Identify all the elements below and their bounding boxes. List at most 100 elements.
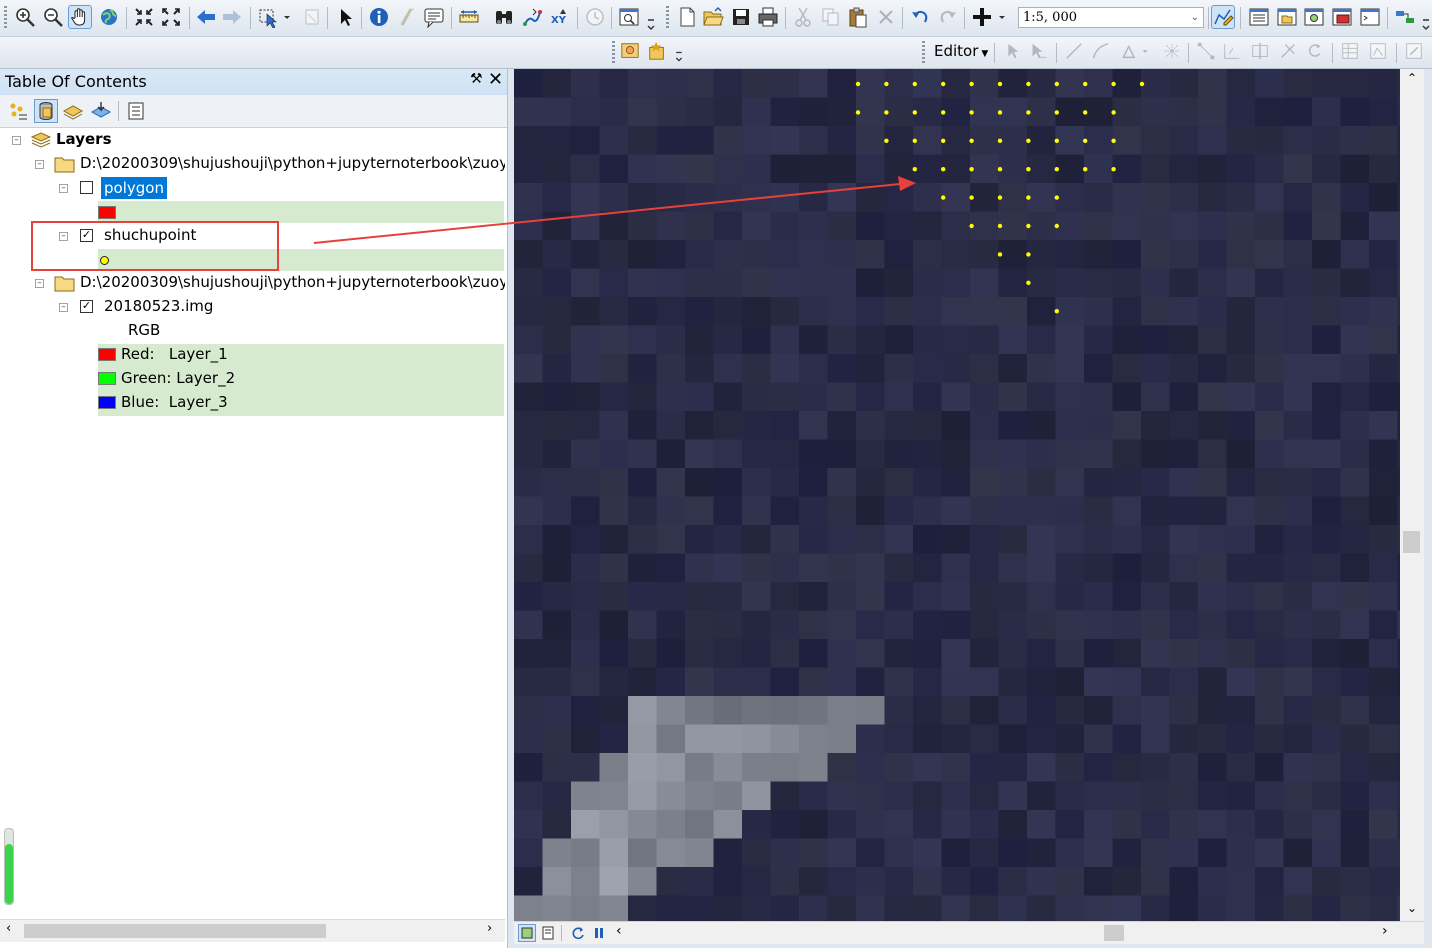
copy-icon[interactable] <box>820 6 842 28</box>
point-tool-icon[interactable] <box>1162 41 1182 61</box>
edit-annotation-tool-icon[interactable] <box>1028 41 1048 61</box>
new-document-icon[interactable] <box>676 6 698 28</box>
toolbar-overflow-chevron-icon[interactable] <box>1420 14 1432 36</box>
html-popup-icon[interactable] <box>423 6 445 28</box>
data-view-icon[interactable] <box>518 924 536 942</box>
toc-horizontal-scrollbar[interactable]: ‹ › <box>0 919 505 942</box>
toolbar-grip[interactable] <box>4 6 7 30</box>
clear-selection-icon[interactable] <box>301 6 323 28</box>
undo-icon[interactable] <box>909 6 931 28</box>
layer-visibility-checkbox[interactable]: ✓ <box>80 229 93 242</box>
full-extent-globe-icon[interactable] <box>98 6 120 28</box>
add-data-icon[interactable] <box>971 6 1007 28</box>
layer-name-shuchupoint[interactable]: shuchupoint <box>104 226 196 244</box>
edit-vertices-icon[interactable] <box>1196 41 1216 61</box>
search-window-icon[interactable] <box>1303 6 1325 28</box>
editor-toolbar-icon[interactable] <box>1211 5 1235 29</box>
trace-tool-icon[interactable] <box>1119 41 1153 61</box>
find-route-icon[interactable] <box>521 6 543 28</box>
scroll-left-icon[interactable]: ‹ <box>6 921 11 936</box>
map-display[interactable] <box>514 69 1400 921</box>
list-by-visibility-icon[interactable] <box>62 100 84 122</box>
layer-row-raster[interactable]: – ✓ 20180523.img <box>0 296 505 318</box>
hyperlink-icon[interactable] <box>396 6 418 28</box>
graphics-tool-icon[interactable] <box>647 41 667 61</box>
cut-scissors-icon[interactable] <box>792 6 814 28</box>
find-binoculars-icon[interactable] <box>493 6 515 28</box>
toolbar-grip[interactable] <box>666 6 669 30</box>
collapse-toggle-icon[interactable]: – <box>35 279 44 288</box>
table-of-contents-window-icon[interactable] <box>1248 6 1270 28</box>
fixed-zoom-in-icon[interactable] <box>133 6 155 28</box>
cut-polygons-icon[interactable] <box>1250 41 1270 61</box>
map-vertical-scrollbar[interactable]: ⌃ ⌄ <box>1400 69 1424 921</box>
redo-icon[interactable] <box>937 6 959 28</box>
data-source-folder-row[interactable]: – D:\20200309\shujushouji\python+jupyter… <box>0 272 505 294</box>
back-arrow-icon[interactable] <box>195 6 217 28</box>
sketch-properties-icon[interactable] <box>1368 41 1388 61</box>
zoom-in-icon[interactable] <box>14 6 36 28</box>
layer-name-polygon[interactable]: polygon <box>101 177 167 199</box>
open-folder-icon[interactable] <box>702 6 724 28</box>
layer-name-raster[interactable]: 20180523.img <box>104 297 213 315</box>
delete-x-icon[interactable] <box>875 6 897 28</box>
scroll-thumb[interactable] <box>1403 531 1420 553</box>
scroll-up-icon[interactable]: ⌃ <box>1407 71 1417 85</box>
collapse-toggle-icon[interactable]: – <box>59 303 68 312</box>
straight-segment-icon[interactable] <box>1064 41 1084 61</box>
go-to-xy-icon[interactable]: XY <box>549 6 571 28</box>
time-slider-icon[interactable] <box>584 6 606 28</box>
python-window-icon[interactable] <box>1359 6 1381 28</box>
refresh-icon[interactable] <box>570 925 586 941</box>
close-icon[interactable]: ✕ <box>488 69 503 90</box>
create-features-icon[interactable] <box>1404 41 1424 61</box>
data-frame-tool-icon[interactable] <box>620 41 640 61</box>
create-viewer-window-icon[interactable] <box>618 6 640 28</box>
pan-icon[interactable] <box>68 5 92 29</box>
measure-icon[interactable] <box>458 6 480 28</box>
list-by-drawing-order-icon[interactable] <box>7 100 29 122</box>
paste-clipboard-icon[interactable] <box>847 6 869 28</box>
collapse-toggle-icon[interactable]: – <box>35 160 44 169</box>
reshape-feature-icon[interactable] <box>1222 41 1242 61</box>
select-elements-arrow-icon[interactable] <box>334 6 356 28</box>
scroll-down-icon[interactable]: ⌄ <box>1407 901 1417 915</box>
layout-view-icon[interactable] <box>540 925 556 941</box>
split-tool-icon[interactable] <box>1278 41 1298 61</box>
layer-visibility-checkbox[interactable]: ✓ <box>80 300 93 313</box>
print-icon[interactable] <box>757 6 779 28</box>
collapse-toggle-icon[interactable]: – <box>59 232 68 241</box>
list-by-selection-icon[interactable] <box>90 100 112 122</box>
end-point-arc-icon[interactable] <box>1091 41 1111 61</box>
forward-arrow-icon[interactable] <box>221 6 243 28</box>
zoom-out-icon[interactable] <box>42 6 64 28</box>
scroll-thumb[interactable] <box>1104 925 1124 941</box>
toc-options-icon[interactable] <box>125 100 147 122</box>
scroll-right-icon[interactable]: › <box>1382 923 1388 939</box>
save-floppy-icon[interactable] <box>730 6 752 28</box>
scroll-right-icon[interactable]: › <box>487 921 492 936</box>
layer-row-shuchupoint[interactable]: – ✓ shuchupoint <box>0 225 505 247</box>
identify-icon[interactable] <box>368 6 390 28</box>
layer-visibility-checkbox[interactable] <box>80 181 93 194</box>
toolbar-overflow-chevron-icon[interactable] <box>645 14 657 36</box>
arctoolbox-window-icon[interactable] <box>1331 6 1353 28</box>
toolbar-grip[interactable] <box>922 41 925 63</box>
rotate-tool-icon[interactable] <box>1305 41 1325 61</box>
layer-row-polygon[interactable]: – polygon <box>0 177 505 199</box>
scroll-thumb[interactable] <box>24 924 326 938</box>
collapse-toggle-icon[interactable]: – <box>12 136 21 145</box>
layers-root[interactable]: – Layers <box>0 129 505 151</box>
map-scale-dropdown[interactable]: 1:5, 000 ⌄ <box>1018 7 1204 28</box>
select-features-icon[interactable] <box>257 6 291 28</box>
toolbar-overflow-chevron-icon[interactable] <box>673 47 685 67</box>
model-builder-icon[interactable] <box>1394 6 1416 28</box>
collapse-toggle-icon[interactable]: – <box>59 184 68 193</box>
pause-drawing-icon[interactable] <box>591 925 607 941</box>
pin-icon[interactable]: ⚒ <box>470 71 483 87</box>
data-source-folder-row[interactable]: – D:\20200309\shujushouji\python+jupyter… <box>0 153 505 175</box>
edit-tool-icon[interactable] <box>1002 41 1022 61</box>
fixed-zoom-out-icon[interactable] <box>160 6 182 28</box>
catalog-window-icon[interactable] <box>1276 6 1298 28</box>
list-by-source-icon[interactable] <box>34 99 58 123</box>
